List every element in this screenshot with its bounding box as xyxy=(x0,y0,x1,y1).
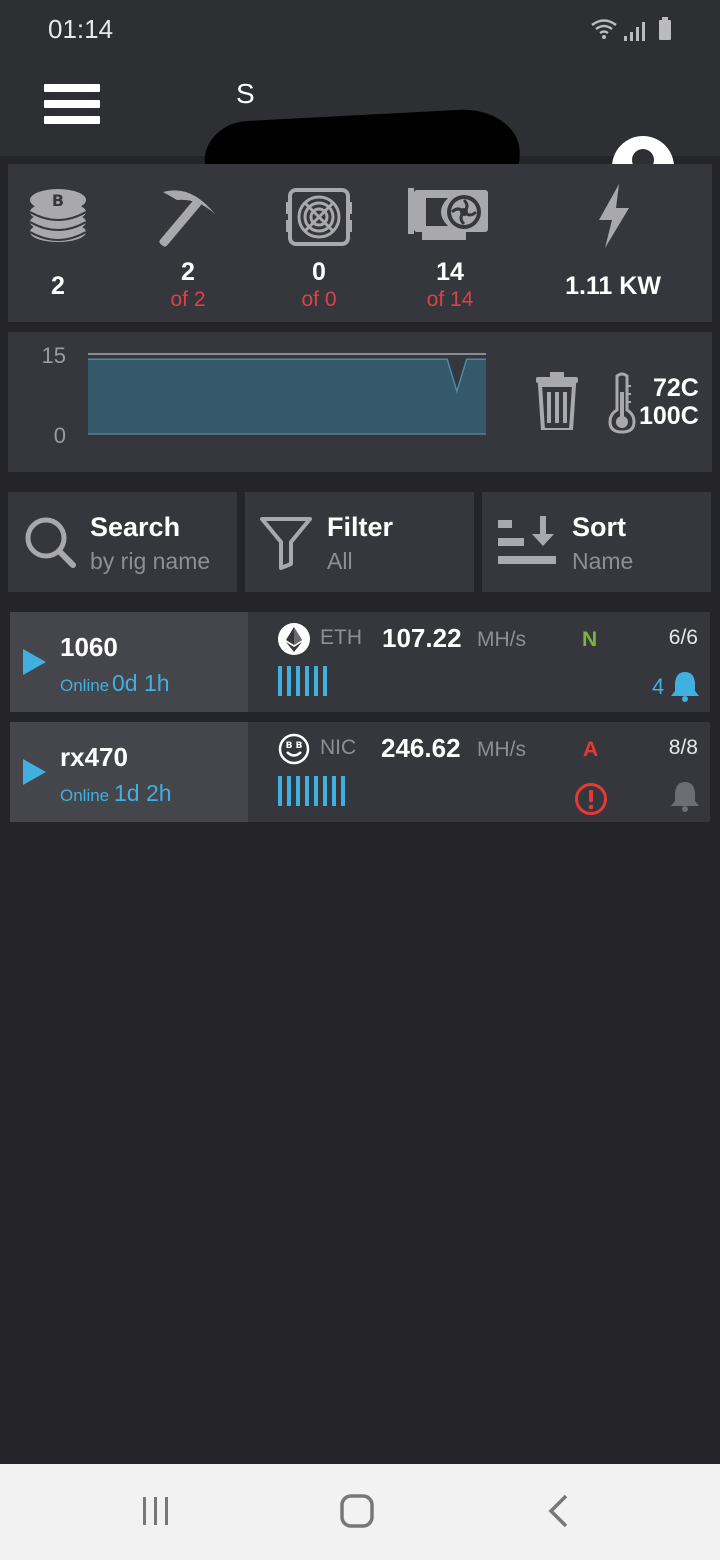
error-alert-icon[interactable] xyxy=(574,782,608,816)
search-button[interactable]: Search by rig name xyxy=(8,492,237,592)
rig-online-label: Online xyxy=(60,676,110,695)
pickaxe-icon xyxy=(157,184,219,250)
home-icon[interactable] xyxy=(340,1494,374,1528)
rig-row[interactable]: 1060 Online 0d 1h ETH 107.22 MH/s N 6/6 … xyxy=(10,612,710,712)
hamburger-menu-icon[interactable] xyxy=(44,84,100,132)
rig-uptime: 0d 1h xyxy=(112,670,170,696)
stat-value: 2 xyxy=(51,272,65,300)
gpu-count: 6/6 xyxy=(668,626,698,649)
search-sub: by rig name xyxy=(90,548,211,574)
stat-workers[interactable]: 2 of 2 xyxy=(128,164,248,322)
sort-sub: Name xyxy=(572,548,634,574)
system-icons xyxy=(590,16,674,42)
sort-button[interactable]: Sort Name xyxy=(482,492,711,592)
gpu-count: 8/8 xyxy=(668,736,698,759)
search-icon xyxy=(24,516,76,568)
coin-label: ETH xyxy=(320,626,362,649)
wifi-icon xyxy=(591,19,617,39)
filter-sub: All xyxy=(327,548,353,574)
stat-value: 0 xyxy=(312,258,326,286)
nicehash-icon: B B xyxy=(278,733,310,765)
rig-mode-flag: N xyxy=(582,628,598,651)
sort-icon xyxy=(496,514,558,570)
rig-name: 1060 xyxy=(60,632,118,662)
stat-value: 14 xyxy=(436,258,464,286)
expand-arrow-icon[interactable] xyxy=(23,759,46,785)
gpu-card-icon xyxy=(408,184,492,244)
svg-text:B: B xyxy=(296,741,303,751)
svg-text:B: B xyxy=(286,741,293,751)
alert-count: 4 xyxy=(652,674,665,699)
app-bar: S 90 xyxy=(0,60,720,216)
rig-expand[interactable]: 1060 Online 0d 1h xyxy=(10,612,248,712)
coins-stack-icon: B xyxy=(28,184,88,246)
clock: 01:14 xyxy=(48,14,114,44)
search-label: Search xyxy=(90,512,181,542)
y-tick-max: 15 xyxy=(42,343,66,368)
rig-online-label: Online xyxy=(60,786,110,805)
farm-title: S xyxy=(236,78,255,109)
stat-wallets[interactable]: B 2 xyxy=(0,164,118,322)
y-tick-min: 0 xyxy=(54,423,66,448)
stat-asics[interactable]: 0 of 0 xyxy=(259,164,379,322)
expand-arrow-icon[interactable] xyxy=(23,649,46,675)
asic-miner-icon xyxy=(286,184,352,248)
status-bar: 01:14 xyxy=(0,0,720,60)
filter-button[interactable]: Filter All xyxy=(245,492,474,592)
sort-label: Sort xyxy=(572,512,626,542)
stat-power[interactable]: 1.11 KW xyxy=(543,164,683,322)
bell-icon[interactable] xyxy=(670,780,700,812)
signal-icon xyxy=(624,22,645,41)
filter-funnel-icon xyxy=(259,514,313,570)
stat-of: of 2 xyxy=(170,288,206,311)
bell-icon[interactable] xyxy=(670,670,700,702)
battery-icon xyxy=(659,17,671,40)
gpu-bars xyxy=(278,666,332,696)
gpu-temp-current: 72C xyxy=(653,374,699,402)
stat-value: 2 xyxy=(181,258,195,286)
farm-stats-card: B 2 2 of 2 0 of 0 14 of 14 1.11 KW xyxy=(8,164,712,322)
svg-text:B: B xyxy=(52,191,64,210)
rig-expand[interactable]: rx470 Online 1d 2h xyxy=(10,722,248,822)
gpu-temp-max: 100C xyxy=(639,402,699,430)
rig-mode-flag: A xyxy=(583,738,599,761)
coin-label: NIC xyxy=(320,736,357,759)
stat-gpus[interactable]: 14 of 14 xyxy=(390,164,510,322)
lightning-bolt-icon xyxy=(593,184,633,248)
rig-uptime: 1d 2h xyxy=(114,780,172,806)
stat-of: of 0 xyxy=(301,288,337,311)
hashrate-value: 246.62 xyxy=(381,733,461,763)
hashrate-area xyxy=(88,359,486,434)
ethereum-icon xyxy=(278,623,310,655)
back-icon[interactable] xyxy=(546,1494,570,1528)
stat-of: of 14 xyxy=(426,288,474,311)
rig-name: rx470 xyxy=(60,742,128,772)
system-nav-bar xyxy=(0,1464,720,1560)
hashrate-chart-card: 15 0 72C 100C xyxy=(8,332,712,472)
hashrate-unit: MH/s xyxy=(477,628,526,651)
rig-row[interactable]: rx470 Online 1d 2h B B NIC 246.62 MH/s A… xyxy=(10,722,710,822)
stat-value: 1.11 KW xyxy=(565,272,661,300)
hashrate-chart[interactable]: 15 0 xyxy=(8,332,528,472)
trash-icon[interactable] xyxy=(536,372,578,430)
filter-label: Filter xyxy=(327,512,394,542)
hashrate-unit: MH/s xyxy=(477,738,526,761)
thermometer-icon xyxy=(608,372,636,434)
hashrate-value: 107.22 xyxy=(382,623,462,653)
recents-icon[interactable] xyxy=(140,1496,172,1526)
gpu-bars xyxy=(278,776,350,806)
